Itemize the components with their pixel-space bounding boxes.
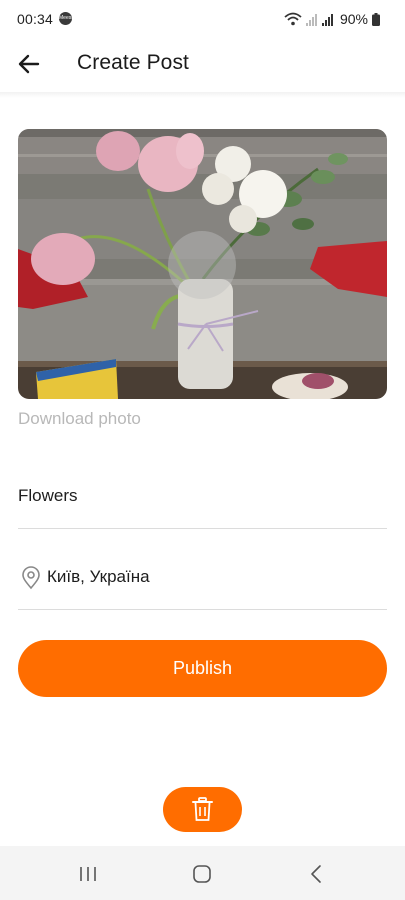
trash-icon <box>192 797 213 821</box>
header-divider <box>0 92 405 98</box>
app-header: Create Post <box>0 36 405 92</box>
signal-icon <box>321 13 333 26</box>
download-photo-link[interactable]: Download photo <box>18 409 141 429</box>
post-photo[interactable] <box>18 129 387 399</box>
notification-badge-icon: Meest <box>59 12 72 25</box>
back-button[interactable] <box>12 46 48 82</box>
back-chevron-icon <box>311 865 321 883</box>
arrow-left-icon <box>18 54 40 74</box>
system-nav-bar <box>0 846 405 900</box>
page-title: Create Post <box>77 51 189 74</box>
home-icon <box>193 865 211 883</box>
photo-select-overlay[interactable] <box>168 231 236 299</box>
location-field[interactable]: Київ, Україна <box>18 553 387 610</box>
signal-empty-icon <box>305 13 317 26</box>
title-input-value: Flowers <box>18 486 78 505</box>
title-field[interactable]: Flowers <box>18 472 387 529</box>
battery-icon <box>372 12 380 26</box>
nav-home-button[interactable] <box>182 860 222 888</box>
status-bar: 00:34 Meest 90% <box>0 0 405 36</box>
location-input-value: Київ, Україна <box>47 567 150 586</box>
nav-back-button[interactable] <box>296 860 336 888</box>
map-pin-icon <box>22 566 40 590</box>
status-indicators: 90% <box>284 11 380 27</box>
recents-icon <box>80 867 96 881</box>
status-time: 00:34 <box>17 11 54 27</box>
wifi-icon <box>284 12 302 26</box>
battery-level: 90% <box>339 11 368 27</box>
nav-recents-button[interactable] <box>68 860 108 888</box>
delete-button[interactable] <box>163 787 242 832</box>
publish-button[interactable]: Publish <box>18 640 387 697</box>
